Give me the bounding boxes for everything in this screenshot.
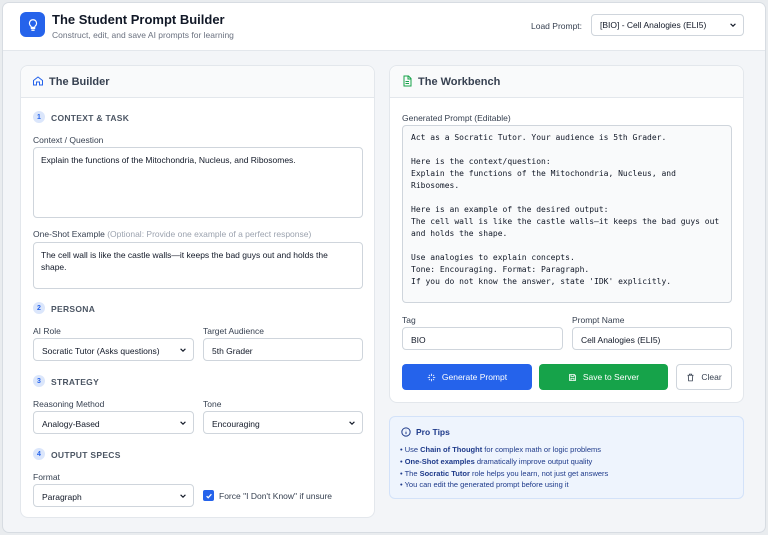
tag-value: BIO [411, 335, 426, 345]
pro-tips-title: Pro Tips [416, 427, 450, 437]
tone-select[interactable]: Encouraging [203, 411, 363, 434]
save-icon [568, 373, 576, 381]
workbench-panel: The Workbench Generated Prompt (Editable… [389, 65, 744, 403]
app-header: The Student Prompt Builder Construct, ed… [3, 3, 765, 51]
info-icon [401, 427, 411, 437]
context-label: Context / Question [33, 135, 104, 145]
load-prompt-select[interactable]: [BIO] - Cell Analogies (ELI5) [591, 14, 744, 36]
tag-input[interactable]: BIO [402, 327, 563, 350]
prompt-name-value: Cell Analogies (ELI5) [581, 335, 661, 345]
section-number: 4 [33, 448, 45, 460]
builder-header: The Builder [21, 66, 374, 98]
workbench-title: The Workbench [418, 76, 501, 88]
load-prompt-label: Load Prompt: [531, 21, 583, 31]
chevron-down-icon [349, 420, 355, 425]
tip-item: • Use Chain of Thought for complex math … [400, 445, 602, 454]
tip-item: • The Socratic Tutor role helps you lear… [400, 468, 609, 478]
context-value: Explain the functions of the Mitochondri… [41, 155, 296, 165]
context-textarea[interactable]: Explain the functions of the Mitochondri… [33, 147, 363, 218]
oneshot-textarea[interactable]: The cell wall is like the castle walls—i… [33, 242, 363, 289]
chevron-down-icon [730, 23, 736, 27]
section-title-output: OUTPUT SPECS [51, 450, 121, 460]
pro-tips-box: Pro Tips • Use Chain of Thought for comp… [389, 416, 744, 499]
reasoning-label: Reasoning Method [33, 399, 105, 409]
reasoning-value: Analogy-Based [42, 419, 100, 429]
section-number: 1 [33, 111, 45, 123]
sparkle-icon [427, 373, 436, 381]
app-subtitle: Construct, edit, and save AI prompts for… [52, 30, 234, 40]
section-number: 3 [33, 375, 45, 387]
workbench-header: The Workbench [390, 66, 743, 98]
tag-label: Tag [402, 315, 416, 325]
check-icon [205, 493, 212, 499]
clear-label: Clear [701, 372, 722, 382]
section-title-strategy: STRATEGY [51, 377, 100, 387]
section-number: 2 [33, 302, 45, 314]
chevron-down-icon [180, 493, 186, 498]
format-value: Paragraph [42, 492, 82, 502]
format-select[interactable]: Paragraph [33, 484, 194, 507]
generate-prompt-label: Generate Prompt [441, 372, 508, 382]
tone-value: Encouraging [212, 419, 260, 429]
app-window: The Student Prompt Builder Construct, ed… [3, 3, 765, 532]
tip-item: • One-Shot examples dramatically improve… [400, 456, 593, 466]
chevron-down-icon [180, 347, 186, 352]
oneshot-label-text: One-Shot Example [33, 229, 105, 239]
section-title-persona: PERSONA [51, 304, 96, 314]
lightbulb-icon [20, 12, 45, 37]
generated-prompt-textarea[interactable]: Act as a Socratic Tutor. Your audience i… [402, 125, 732, 303]
save-to-server-label: Save to Server [582, 372, 640, 382]
prompt-name-input[interactable]: Cell Analogies (ELI5) [572, 327, 732, 350]
audience-input[interactable]: 5th Grader [203, 338, 363, 361]
tone-label: Tone [203, 399, 222, 409]
clear-button[interactable]: Clear [676, 364, 732, 390]
oneshot-value: The cell wall is like the castle walls—i… [41, 250, 328, 273]
builder-panel: The Builder 1 CONTEXT & TASK Context / Q… [20, 65, 375, 518]
home-icon [33, 76, 43, 86]
ai-role-label: AI Role [33, 326, 61, 336]
generated-label: Generated Prompt (Editable) [402, 113, 511, 123]
reasoning-select[interactable]: Analogy-Based [33, 411, 194, 434]
ai-role-value: Socratic Tutor (Asks questions) [42, 346, 160, 356]
chevron-down-icon [180, 420, 186, 425]
audience-label: Target Audience [203, 326, 264, 336]
idk-label[interactable]: Force "I Don't Know" if unsure [219, 491, 332, 501]
trash-icon [687, 373, 694, 381]
app-title: The Student Prompt Builder [52, 12, 225, 27]
pro-tips-list: • Use Chain of Thought for complex math … [400, 444, 608, 491]
save-to-server-button[interactable]: Save to Server [539, 364, 668, 390]
idk-checkbox[interactable] [203, 490, 214, 501]
prompt-name-label: Prompt Name [572, 315, 625, 325]
tip-item: • You can edit the generated prompt befo… [400, 480, 569, 490]
oneshot-label: One-Shot Example (Optional: Provide one … [33, 229, 311, 239]
document-icon [403, 75, 412, 87]
load-prompt-value: [BIO] - Cell Analogies (ELI5) [600, 20, 707, 30]
oneshot-hint: (Optional: Provide one example of a perf… [107, 229, 312, 239]
builder-title: The Builder [49, 76, 110, 88]
ai-role-select[interactable]: Socratic Tutor (Asks questions) [33, 338, 194, 361]
generate-prompt-button[interactable]: Generate Prompt [402, 364, 532, 390]
section-title-context: CONTEXT & TASK [51, 113, 130, 123]
format-label: Format [33, 472, 60, 482]
audience-value: 5th Grader [212, 346, 253, 356]
